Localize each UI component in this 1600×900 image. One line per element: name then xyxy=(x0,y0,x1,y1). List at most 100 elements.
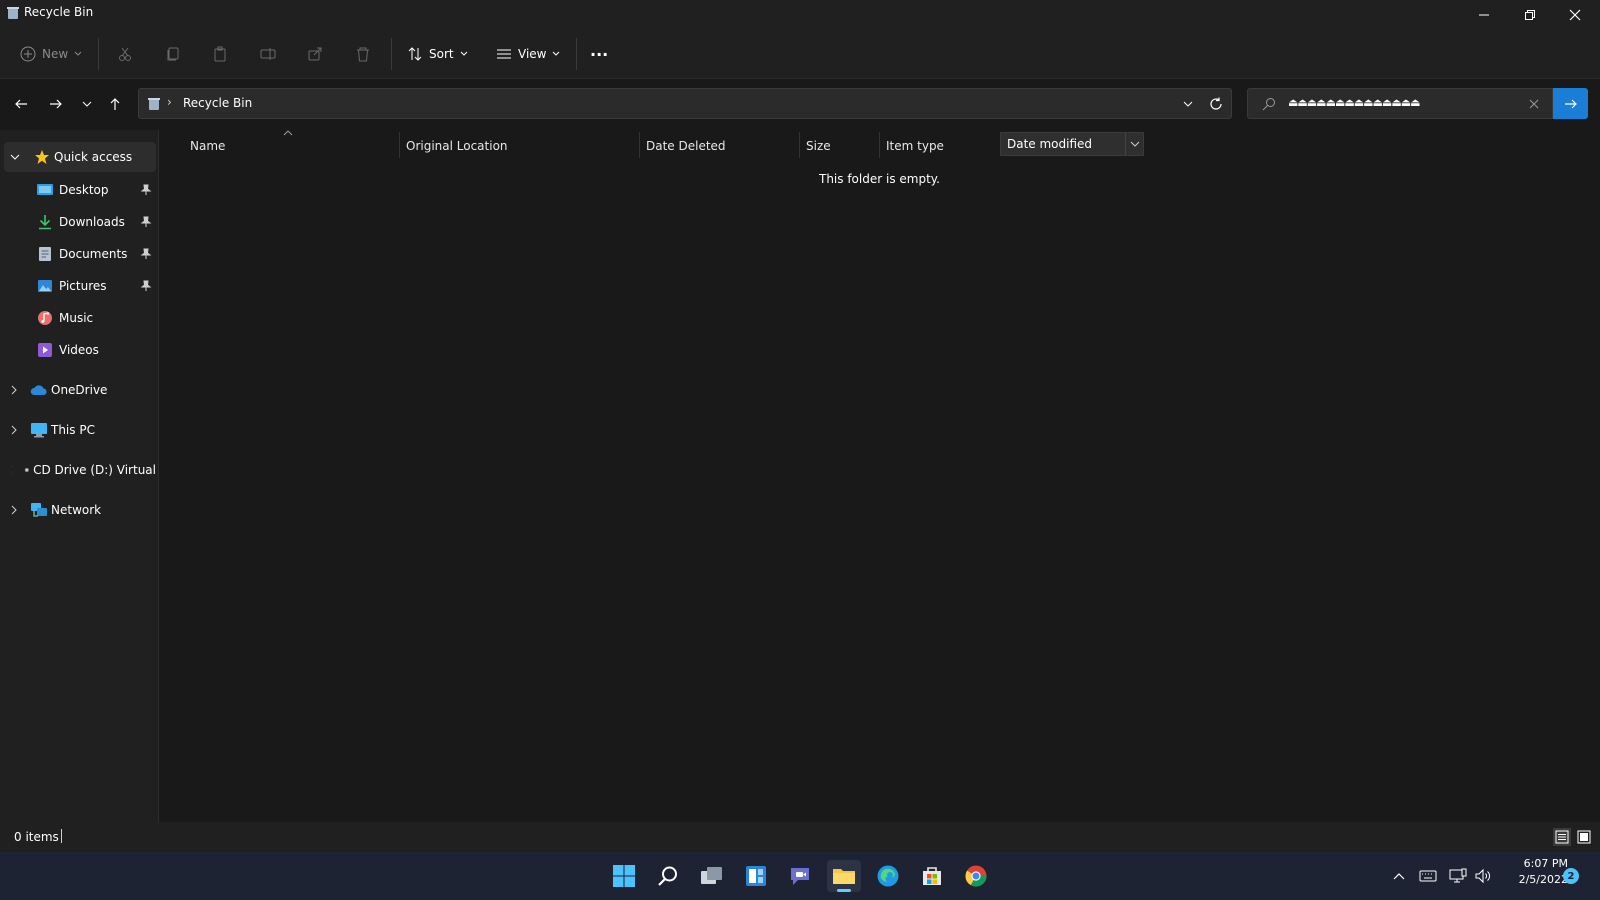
status-bar: 0 items xyxy=(0,822,1600,852)
pin-icon[interactable] xyxy=(140,280,152,292)
file-explorer-taskbar-button[interactable] xyxy=(827,860,861,892)
chevron-down-icon xyxy=(1130,141,1140,147)
sidebar-item-videos[interactable]: Videos xyxy=(0,335,156,365)
recent-locations-button[interactable] xyxy=(76,93,98,115)
start-button[interactable] xyxy=(607,860,641,892)
pin-icon[interactable] xyxy=(140,184,152,196)
taskbar: 6:07 PM 2/5/2022 2 xyxy=(0,852,1600,900)
refresh-button[interactable] xyxy=(1207,95,1225,113)
copy-button[interactable] xyxy=(165,40,181,68)
search-box[interactable]: ⏏⏏⏏⏏⏏⏏⏏⏏⏏⏏⏏⏏⏏⏏ xyxy=(1247,88,1553,119)
sidebar-item-onedrive[interactable]: OneDrive xyxy=(0,375,156,405)
view-button[interactable]: View xyxy=(496,40,560,68)
column-header-date-modified[interactable]: Date modified xyxy=(1000,132,1144,156)
up-button[interactable] xyxy=(104,93,126,115)
copy-icon xyxy=(167,47,179,61)
network-status-button[interactable] xyxy=(1448,866,1468,886)
command-bar: New Sort View ··· xyxy=(0,30,1600,79)
column-divider[interactable] xyxy=(399,132,400,158)
rename-button[interactable] xyxy=(260,40,276,68)
sidebar-item-pictures[interactable]: Pictures xyxy=(0,271,156,301)
videos-icon xyxy=(38,343,52,357)
sidebar-item-this-pc[interactable]: This PC xyxy=(0,415,156,445)
sort-label: Sort xyxy=(429,47,454,61)
sidebar-item-label: Documents xyxy=(59,247,128,261)
minimize-button[interactable] xyxy=(1461,0,1507,30)
share-button[interactable] xyxy=(307,40,323,68)
sidebar-item-downloads[interactable]: Downloads xyxy=(0,207,156,237)
large-icons-view-icon xyxy=(1577,830,1591,844)
column-label: Item type xyxy=(886,139,944,153)
search-go-button[interactable] xyxy=(1553,88,1588,119)
share-icon xyxy=(308,47,322,61)
sidebar-item-label: This PC xyxy=(51,423,95,437)
sidebar-item-label: Pictures xyxy=(59,279,107,293)
address-history-button[interactable] xyxy=(1179,95,1197,113)
new-button[interactable]: New xyxy=(20,40,82,68)
column-header-name[interactable]: Name xyxy=(190,136,225,156)
column-divider[interactable] xyxy=(879,132,880,158)
chevron-down-icon xyxy=(460,51,467,56)
volume-button[interactable] xyxy=(1473,866,1493,886)
delete-button[interactable] xyxy=(355,40,371,68)
store-button[interactable] xyxy=(915,860,949,892)
sidebar-item-music[interactable]: Music xyxy=(0,303,156,333)
task-view-button[interactable] xyxy=(695,860,729,892)
clear-search-button[interactable] xyxy=(1526,96,1542,112)
more-options-icon: ··· xyxy=(590,44,609,64)
recycle-bin-icon xyxy=(148,98,160,110)
column-divider[interactable] xyxy=(639,132,640,158)
chevron-right-icon xyxy=(11,425,17,435)
pin-icon[interactable] xyxy=(140,248,152,260)
sidebar-item-cd-drive[interactable]: CD Drive (D:) Virtual xyxy=(0,455,156,485)
back-button[interactable] xyxy=(10,93,32,115)
restore-button[interactable] xyxy=(1507,0,1553,30)
address-bar[interactable]: › Recycle Bin xyxy=(138,88,1232,119)
toolbar-divider xyxy=(391,38,392,70)
paste-icon xyxy=(214,46,226,62)
large-icons-view-button[interactable] xyxy=(1575,828,1593,846)
search-input[interactable]: ⏏⏏⏏⏏⏏⏏⏏⏏⏏⏏⏏⏏⏏⏏ xyxy=(1288,96,1421,109)
column-divider[interactable] xyxy=(799,132,800,158)
network-status-icon xyxy=(1449,868,1467,883)
forward-button[interactable] xyxy=(45,93,67,115)
view-list-icon xyxy=(497,49,511,59)
chevron-right-icon xyxy=(11,505,17,515)
details-view-button[interactable] xyxy=(1553,828,1571,846)
sort-button[interactable]: Sort xyxy=(407,40,468,68)
window-title: Recycle Bin xyxy=(24,5,94,19)
column-header-date-deleted[interactable]: Date Deleted xyxy=(646,136,726,156)
touch-keyboard-button[interactable] xyxy=(1418,866,1438,886)
chat-button[interactable] xyxy=(783,860,817,892)
title-bar: Recycle Bin xyxy=(0,0,1600,30)
notification-badge[interactable]: 2 xyxy=(1563,868,1579,884)
column-header-item-type[interactable]: Item type xyxy=(886,136,944,156)
chrome-button[interactable] xyxy=(959,860,993,892)
widgets-button[interactable] xyxy=(739,860,773,892)
cut-button[interactable] xyxy=(117,40,133,68)
taskbar-search-button[interactable] xyxy=(651,860,685,892)
more-options-button[interactable]: ··· xyxy=(590,40,608,68)
clock-button[interactable]: 6:07 PM 2/5/2022 xyxy=(1500,856,1568,888)
column-label: Date Deleted xyxy=(646,139,726,153)
chevron-right-icon xyxy=(11,465,13,475)
keyboard-icon xyxy=(1419,870,1437,882)
column-filter-dropdown[interactable] xyxy=(1125,133,1144,155)
sidebar-item-quick-access[interactable]: Quick access xyxy=(4,142,156,172)
edge-button[interactable] xyxy=(871,860,905,892)
toolbar-divider xyxy=(98,38,99,70)
column-header-size[interactable]: Size xyxy=(806,136,831,156)
close-button[interactable] xyxy=(1552,0,1598,30)
volume-icon xyxy=(1475,868,1490,884)
column-header-original-location[interactable]: Original Location xyxy=(406,136,508,156)
pin-icon[interactable] xyxy=(140,216,152,228)
breadcrumb-recycle-bin[interactable]: Recycle Bin xyxy=(183,96,252,110)
arrow-right-icon xyxy=(1564,99,1577,108)
downloads-icon xyxy=(39,215,51,230)
show-hidden-icons-button[interactable] xyxy=(1390,866,1408,886)
documents-icon xyxy=(39,247,51,261)
paste-button[interactable] xyxy=(212,40,228,68)
sidebar-item-documents[interactable]: Documents xyxy=(0,239,156,269)
sidebar-item-network[interactable]: Network xyxy=(0,495,156,525)
sidebar-item-desktop[interactable]: Desktop xyxy=(0,175,156,205)
